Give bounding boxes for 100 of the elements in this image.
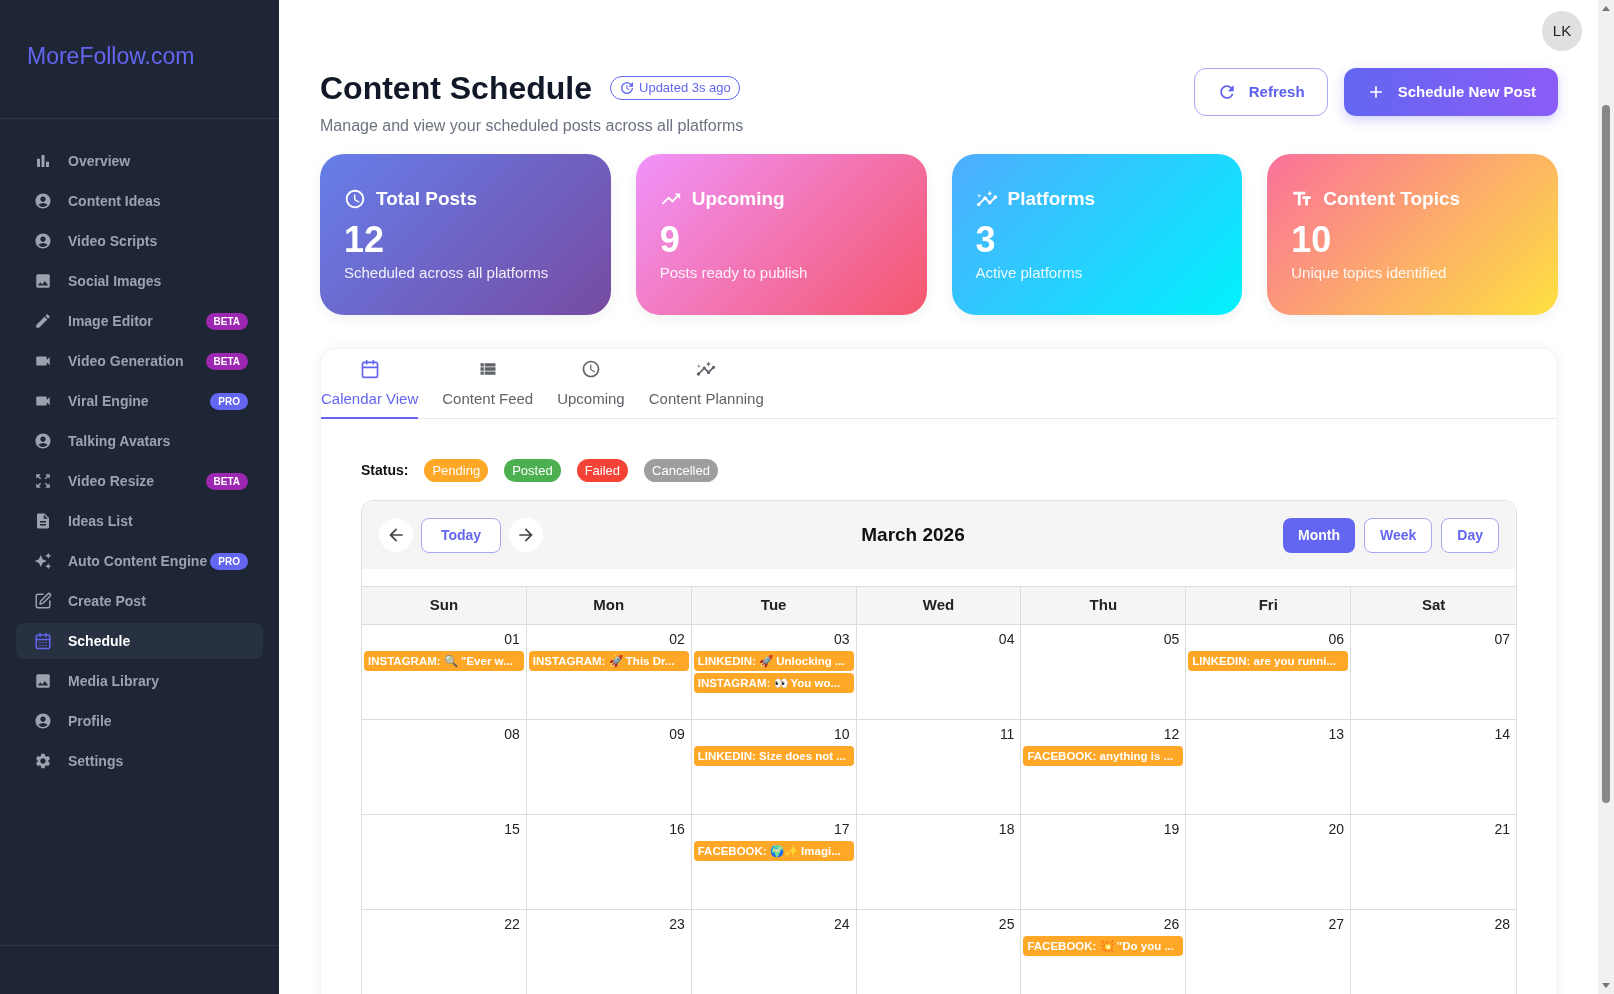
day-number: 12 — [1163, 725, 1180, 744]
day-number: 13 — [1328, 725, 1345, 744]
tier-badge: BETA — [205, 472, 248, 490]
user-avatar[interactable]: LK — [1542, 11, 1582, 51]
sidebar-item[interactable]: Social Images — [16, 263, 263, 299]
view-mode-button[interactable]: Week — [1363, 517, 1433, 553]
day-number: 10 — [834, 725, 850, 744]
sparkle-chart-icon — [696, 359, 717, 379]
sidebar-item[interactable]: Auto Content Engine PRO — [16, 543, 263, 579]
view-tab[interactable]: Calendar View — [321, 349, 419, 419]
sidebar-item[interactable]: Viral Engine PRO — [16, 383, 263, 419]
status-label: Status: — [361, 461, 409, 480]
sidebar-item[interactable]: Ideas List — [16, 503, 263, 539]
weekday-header: Sat — [1421, 595, 1446, 616]
next-month-button[interactable] — [509, 518, 543, 552]
page-title: Content Schedule — [320, 69, 592, 108]
clock-icon — [580, 359, 601, 379]
scroll-down-icon[interactable] — [1602, 983, 1610, 988]
view-tab[interactable]: Content Planning — [648, 349, 764, 419]
stat-caption: Unique topics identified — [1291, 263, 1448, 283]
scroll-thumb[interactable] — [1602, 105, 1610, 803]
tier-badge: BETA — [205, 312, 248, 330]
person-icon — [34, 712, 52, 730]
status-chip: Cancelled — [644, 459, 718, 482]
view-tab[interactable]: Content Feed — [442, 349, 534, 419]
document-icon — [34, 512, 52, 530]
day-number: 21 — [1494, 820, 1510, 839]
weekday-header: Fri — [1258, 595, 1278, 616]
stat-title: Content Topics — [1323, 186, 1461, 211]
person-icon — [34, 192, 52, 210]
weekday-header: Tue — [760, 595, 787, 616]
day-number: 04 — [998, 630, 1015, 649]
sidebar-item[interactable]: Video Resize BETA — [16, 463, 263, 499]
person-icon — [34, 232, 52, 250]
scroll-up-icon[interactable] — [1602, 6, 1610, 11]
day-number: 07 — [1494, 630, 1510, 649]
stat-title: Upcoming — [691, 186, 785, 211]
day-number: 26 — [1163, 915, 1180, 934]
expand-arrows-icon — [34, 472, 52, 490]
weekday-header: Mon — [593, 595, 625, 616]
day-number: 02 — [669, 630, 685, 649]
stat-caption: Scheduled across all platforms — [344, 263, 550, 283]
day-number: 17 — [834, 820, 850, 839]
status-chip: Pending — [424, 459, 489, 482]
day-number: 24 — [834, 915, 850, 934]
day-number: 01 — [504, 630, 520, 649]
calendar-icon — [34, 632, 52, 650]
view-mode-button[interactable]: Month — [1283, 517, 1355, 553]
calendar-icon — [359, 359, 380, 379]
sidebar-item[interactable]: Media Library — [16, 663, 263, 699]
day-number: 18 — [998, 820, 1015, 839]
sidebar-item[interactable]: Video Generation BETA — [16, 343, 263, 379]
sidebar-item[interactable]: Schedule — [16, 623, 263, 659]
stat-caption: Posts ready to publish — [659, 263, 809, 283]
scrollbar[interactable] — [1598, 0, 1614, 994]
brand-logo[interactable]: MoreFollow.com — [27, 38, 195, 74]
tier-badge: BETA — [205, 352, 248, 370]
tier-badge: PRO — [210, 392, 248, 410]
image-icon — [34, 272, 52, 290]
today-button[interactable]: Today — [421, 517, 501, 553]
person-icon — [34, 432, 52, 450]
sidebar-item[interactable]: Settings — [16, 743, 263, 779]
month-title: March 2026 — [861, 522, 965, 547]
stat-value: 10 — [1291, 220, 1333, 260]
refresh-button[interactable]: Refresh — [1193, 68, 1328, 116]
day-number: 08 — [504, 725, 520, 744]
day-number: 14 — [1494, 725, 1510, 744]
sidebar-item[interactable]: Image Editor BETA — [16, 303, 263, 339]
day-number: 22 — [504, 915, 520, 934]
previous-month-button[interactable] — [379, 518, 413, 552]
sidebar-item[interactable]: Profile — [16, 703, 263, 739]
day-number: 25 — [998, 915, 1015, 934]
weekday-header: Wed — [922, 595, 955, 616]
day-number: 05 — [1163, 630, 1180, 649]
image-icon — [34, 672, 52, 690]
sidebar-item[interactable]: Content Ideas — [16, 183, 263, 219]
stat-caption: Active platforms — [975, 263, 1084, 283]
day-number: 19 — [1163, 820, 1180, 839]
settings-icon — [34, 752, 52, 770]
stat-value: 9 — [659, 220, 681, 260]
bar-chart-icon — [34, 152, 52, 170]
day-number: 09 — [669, 725, 685, 744]
schedule-post-button[interactable]: Schedule New Post — [1343, 68, 1558, 116]
sidebar-item[interactable]: Create Post — [16, 583, 263, 619]
day-number: 28 — [1494, 915, 1510, 934]
sidebar-item[interactable]: Video Scripts — [16, 223, 263, 259]
view-tab[interactable]: Upcoming — [557, 349, 625, 419]
day-number: 27 — [1328, 915, 1345, 934]
day-number: 11 — [999, 725, 1015, 744]
status-chip: Posted — [504, 459, 561, 482]
sidebar-item[interactable]: Talking Avatars — [16, 423, 263, 459]
weekday-header: Sun — [429, 595, 459, 616]
day-number: 03 — [834, 630, 850, 649]
stat-title: Platforms — [1007, 186, 1096, 211]
day-number: 15 — [504, 820, 520, 839]
day-number: 16 — [669, 820, 685, 839]
stat-title: Total Posts — [376, 186, 477, 211]
view-mode-button[interactable]: Day — [1441, 517, 1499, 553]
update-icon — [619, 80, 635, 96]
sidebar-item[interactable]: Overview — [16, 143, 263, 179]
